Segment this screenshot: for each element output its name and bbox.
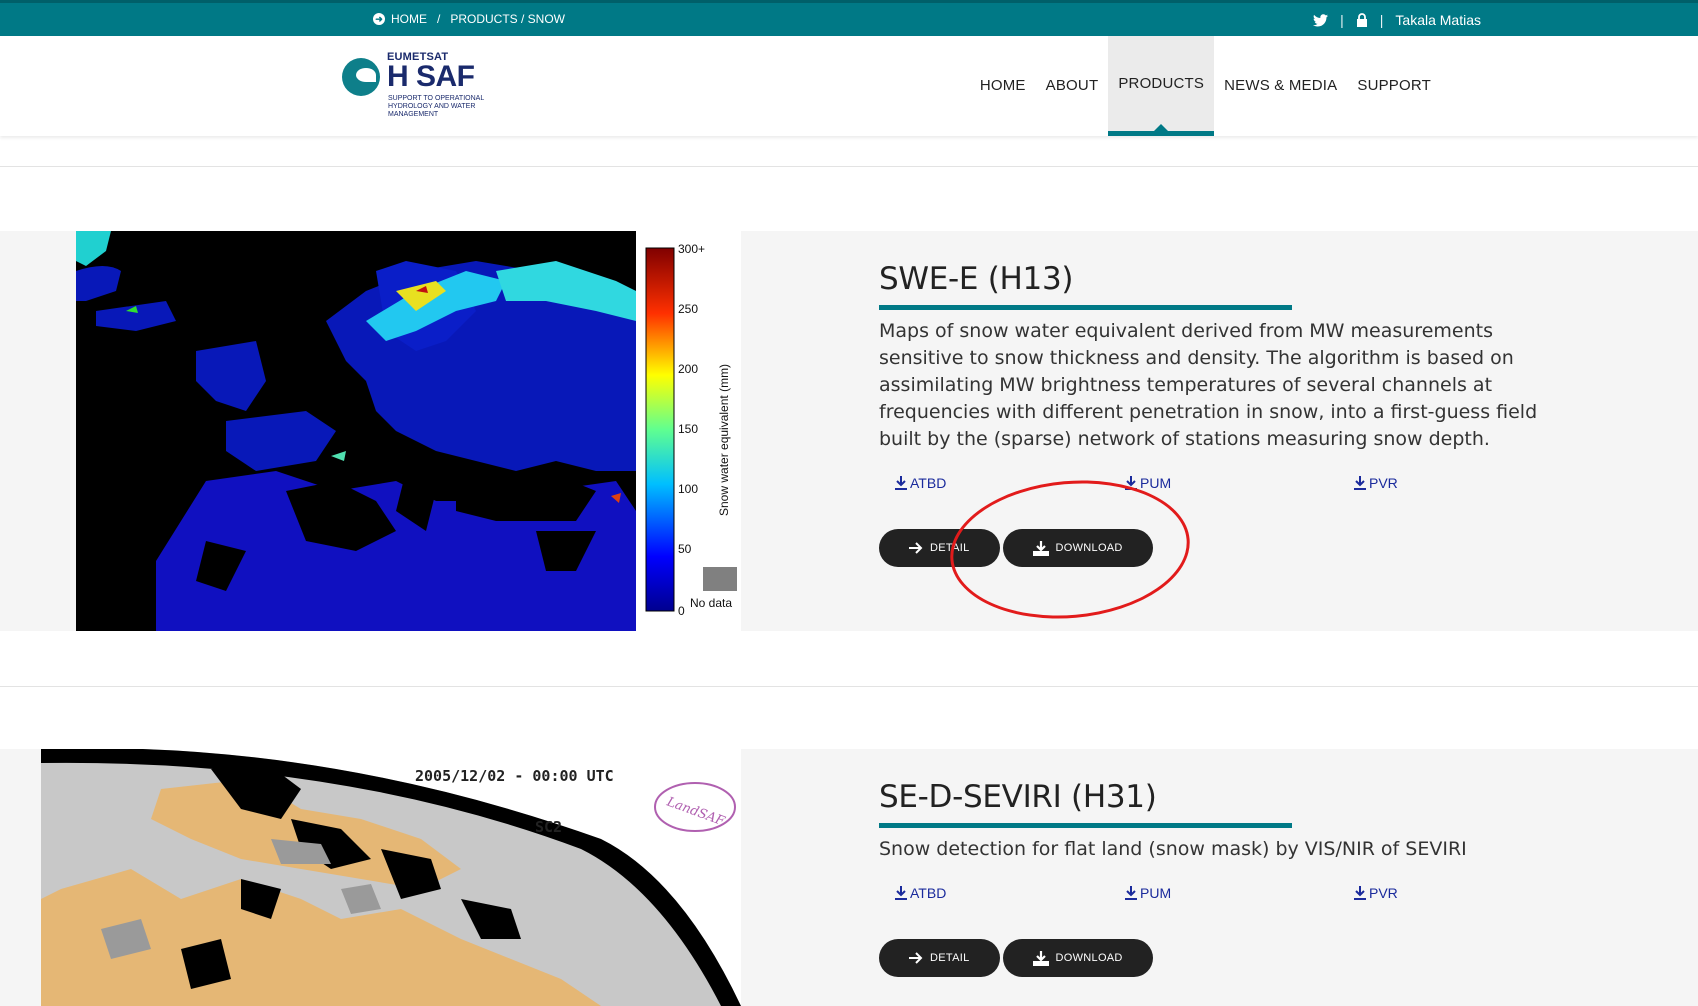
lock-icon[interactable]	[1356, 13, 1368, 27]
download-icon	[1354, 886, 1366, 900]
pum-link[interactable]: PUM	[1125, 885, 1171, 901]
pvr-label: PVR	[1369, 885, 1398, 901]
product-description: Snow detection for flat land (snow mask)…	[879, 838, 1467, 860]
arrow-right-icon	[909, 542, 923, 554]
logo-swirl-icon	[342, 58, 380, 96]
image-code: SC2	[535, 818, 562, 836]
atbd-label: ATBD	[910, 885, 947, 901]
download-icon	[895, 476, 907, 490]
colorbar-tick-100: 100	[678, 482, 698, 496]
pvr-label: PVR	[1369, 475, 1398, 491]
nav-about[interactable]: ABOUT	[1036, 36, 1109, 136]
title-underline	[879, 305, 1292, 310]
colorbar-tick-250: 250	[678, 302, 698, 316]
download-icon	[895, 886, 907, 900]
breadcrumb-current[interactable]: PRODUCTS / SNOW	[450, 12, 565, 26]
download-button[interactable]: DOWNLOAD	[1002, 939, 1153, 977]
breadcrumb: ➜ HOME / PRODUCTS / SNOW	[373, 12, 565, 26]
divider	[0, 166, 1698, 167]
product-actions: DETAIL DOWNLOAD	[879, 939, 1559, 977]
pvr-link[interactable]: PVR	[1354, 475, 1398, 491]
product-description: Maps of snow water equivalent derived fr…	[879, 320, 1538, 450]
divider	[0, 686, 1698, 687]
nav-support[interactable]: SUPPORT	[1347, 36, 1441, 136]
colorbar-tick-150: 150	[678, 422, 698, 436]
doc-links: ATBD PUM PVR	[879, 475, 1559, 499]
logo-tagline: SUPPORT TO OPERATIONAL HYDROLOGY AND WAT…	[388, 95, 484, 118]
detail-label: DETAIL	[930, 952, 970, 964]
colorbar-label: Snow water equivalent (mm)	[717, 364, 731, 516]
user-name-link[interactable]: Takala Matias	[1395, 12, 1481, 28]
product-title: SE-D-SEVIRI (H31)	[879, 779, 1157, 815]
breadcrumb-separator: /	[437, 12, 441, 26]
main-nav: HOME ABOUT PRODUCTS NEWS & MEDIA SUPPORT	[970, 36, 1441, 136]
product-title: SWE-E (H13)	[879, 261, 1074, 297]
colorbar-tick-50: 50	[678, 542, 692, 556]
nav-products[interactable]: PRODUCTS	[1108, 36, 1215, 136]
doc-links: ATBD PUM PVR	[879, 885, 1559, 909]
product-info: SE-D-SEVIRI (H31) Snow detection for fla…	[879, 779, 1559, 977]
top-bar: ➜ HOME / PRODUCTS / SNOW | | Takala Mati…	[0, 0, 1698, 36]
breadcrumb-home[interactable]: HOME	[391, 12, 427, 26]
product-image-swe-map: 300+ 250 200 150 100 50 0 Snow water equ…	[76, 231, 741, 631]
colorbar-tick-0: 0	[678, 604, 685, 618]
arrow-right-icon	[909, 952, 923, 964]
colorbar-tick-300: 300+	[678, 242, 705, 256]
detail-button[interactable]: DETAIL	[879, 939, 1000, 977]
atbd-link[interactable]: ATBD	[895, 885, 946, 901]
separator: |	[1379, 12, 1384, 28]
separator: |	[1340, 12, 1344, 28]
pvr-link[interactable]: PVR	[1354, 885, 1398, 901]
title-underline	[879, 823, 1292, 828]
product-image-snow-mask: 2005/12/02 - 00:00 UTC SC2 LandSAF	[41, 749, 741, 1006]
hsaf-logo[interactable]: EUMETSAT H SAF SUPPORT TO OPERATIONAL HY…	[340, 50, 490, 130]
arrow-circle-icon: ➜	[373, 13, 385, 25]
nav-home[interactable]: HOME	[970, 36, 1036, 136]
download-icon	[1354, 476, 1366, 490]
product-card-swe-e: 300+ 250 200 150 100 50 0 Snow water equ…	[0, 231, 1698, 631]
image-timestamp: 2005/12/02 - 00:00 UTC	[415, 767, 614, 785]
download-icon	[1125, 886, 1137, 900]
download-label: DOWNLOAD	[1055, 952, 1123, 964]
atbd-label: ATBD	[910, 475, 947, 491]
nodata-label: No data	[690, 596, 732, 610]
pum-label: PUM	[1140, 475, 1172, 491]
nav-news-media[interactable]: NEWS & MEDIA	[1214, 36, 1347, 136]
site-header: EUMETSAT H SAF SUPPORT TO OPERATIONAL HY…	[0, 36, 1698, 136]
top-right-links: | | Takala Matias	[1313, 12, 1481, 28]
logo-name-text: H SAF	[387, 60, 475, 93]
atbd-link[interactable]: ATBD	[895, 475, 946, 491]
pum-label: PUM	[1140, 885, 1172, 901]
product-card-se-d-seviri: 2005/12/02 - 00:00 UTC SC2 LandSAF SE-D-…	[0, 749, 1698, 1006]
twitter-icon[interactable]	[1313, 13, 1329, 27]
colorbar-tick-200: 200	[678, 362, 698, 376]
download-tray-icon	[1032, 950, 1049, 966]
